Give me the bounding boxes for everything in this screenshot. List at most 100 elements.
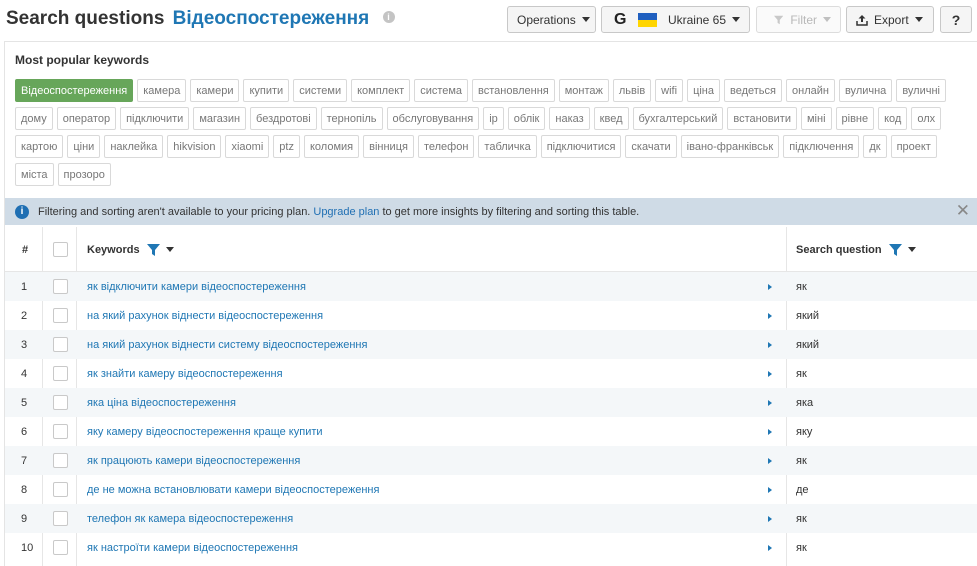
- expand-arrow-icon[interactable]: [768, 533, 772, 562]
- database-selector[interactable]: G Ukraine 65: [601, 6, 750, 33]
- keyword-tag[interactable]: wifi: [655, 79, 684, 102]
- expand-arrow-icon[interactable]: [768, 272, 772, 301]
- keyword-link[interactable]: телефон як камера відеоспостереження: [87, 504, 293, 533]
- keyword-tag[interactable]: код: [878, 107, 908, 130]
- sort-caret-icon[interactable]: [907, 247, 916, 252]
- select-all-checkbox[interactable]: [53, 242, 68, 257]
- keyword-link[interactable]: як настроїти камери відеоспостереження: [87, 533, 298, 562]
- keyword-tag[interactable]: ціна: [687, 79, 720, 102]
- keyword-tag[interactable]: рівне: [835, 107, 875, 130]
- column-header-search-question[interactable]: Search question: [796, 227, 916, 272]
- keyword-tag[interactable]: оператор: [56, 107, 117, 130]
- keyword-tag[interactable]: камера: [137, 79, 187, 102]
- keyword-tag[interactable]: онлайн: [786, 79, 835, 102]
- keyword-tag[interactable]: дому: [15, 107, 53, 130]
- keyword-tag[interactable]: Відеоспостереження: [15, 79, 134, 102]
- row-checkbox[interactable]: [53, 540, 68, 555]
- keyword-link[interactable]: яка ціна відеоспостереження: [87, 388, 236, 417]
- expand-arrow-icon[interactable]: [768, 388, 772, 417]
- row-checkbox[interactable]: [53, 366, 68, 381]
- keyword-tag[interactable]: івано-франківськ: [680, 135, 780, 158]
- column-header-keywords[interactable]: Keywords: [87, 227, 174, 272]
- keyword-tag[interactable]: наказ: [549, 107, 590, 130]
- keyword-link[interactable]: яку камеру відеоспостереження краще купи…: [87, 417, 323, 446]
- expand-arrow-icon[interactable]: [768, 359, 772, 388]
- upgrade-plan-link[interactable]: Upgrade plan: [313, 206, 379, 218]
- keyword-link[interactable]: на який рахунок віднести систему відеосп…: [87, 330, 367, 359]
- export-button[interactable]: Export: [846, 6, 934, 33]
- row-checkbox[interactable]: [53, 279, 68, 294]
- filter-button[interactable]: Filter: [756, 6, 841, 33]
- keyword-tag[interactable]: система: [414, 79, 469, 102]
- keyword-tag[interactable]: наклейка: [104, 135, 164, 158]
- keyword-tag[interactable]: міста: [15, 163, 54, 186]
- keyword-tag[interactable]: міні: [800, 107, 832, 130]
- expand-arrow-icon[interactable]: [768, 446, 772, 475]
- expand-arrow-icon[interactable]: [768, 504, 772, 533]
- info-icon[interactable]: i: [382, 10, 395, 23]
- close-icon[interactable]: ✕: [956, 202, 970, 220]
- keyword-tag[interactable]: дк: [863, 135, 887, 158]
- keyword-tag[interactable]: тернопіль: [320, 107, 383, 130]
- search-question-value: як: [796, 454, 807, 467]
- chevron-down-icon: [732, 17, 740, 22]
- expand-arrow-icon[interactable]: [768, 330, 772, 359]
- keyword-tag[interactable]: системи: [293, 79, 348, 102]
- filter-icon[interactable]: [888, 243, 902, 256]
- keyword-tag[interactable]: вінниця: [363, 135, 414, 158]
- keyword-tag[interactable]: обслуговування: [386, 107, 480, 130]
- keyword-tag[interactable]: підключення: [783, 135, 860, 158]
- keyword-tag[interactable]: бухгалтерський: [632, 107, 724, 130]
- operations-button[interactable]: Operations: [507, 6, 596, 33]
- keyword-tag[interactable]: облік: [507, 107, 546, 130]
- expand-arrow-icon[interactable]: [768, 417, 772, 446]
- keyword-tag[interactable]: квед: [593, 107, 629, 130]
- expand-arrow-icon[interactable]: [768, 301, 772, 330]
- row-checkbox[interactable]: [53, 395, 68, 410]
- filter-icon[interactable]: [146, 243, 160, 256]
- keyword-tag[interactable]: коломия: [303, 135, 360, 158]
- keyword-link[interactable]: як знайти камеру відеоспостереження: [87, 359, 283, 388]
- keyword-tag[interactable]: підключитися: [540, 135, 622, 158]
- keyword-tag[interactable]: xiaomi: [225, 135, 270, 158]
- row-checkbox[interactable]: [53, 424, 68, 439]
- keyword-tag[interactable]: встановити: [727, 107, 797, 130]
- keyword-link[interactable]: на який рахунок віднести відеоспостереже…: [87, 301, 323, 330]
- keyword-tag[interactable]: картою: [15, 135, 64, 158]
- keyword-tag[interactable]: вуличні: [896, 79, 946, 102]
- keyword-tag[interactable]: табличка: [478, 135, 537, 158]
- keyword-tag[interactable]: ціни: [67, 135, 101, 158]
- help-button[interactable]: ?: [940, 6, 972, 33]
- keyword-tag[interactable]: купити: [243, 79, 290, 102]
- keyword-tag[interactable]: ведеться: [724, 79, 782, 102]
- keyword-tag[interactable]: ptz: [273, 135, 300, 158]
- keyword-tag[interactable]: прозоро: [57, 163, 111, 186]
- expand-arrow-icon[interactable]: [768, 475, 772, 504]
- row-number: 10: [21, 541, 34, 554]
- keyword-tag[interactable]: hikvision: [167, 135, 222, 158]
- keyword-tag[interactable]: камери: [190, 79, 240, 102]
- keyword-tag[interactable]: підключити: [120, 107, 190, 130]
- keyword-link[interactable]: де не можна встановлювати камери відеосп…: [87, 475, 379, 504]
- keyword-tag[interactable]: монтаж: [558, 79, 609, 102]
- keyword-tag[interactable]: львів: [612, 79, 652, 102]
- row-checkbox[interactable]: [53, 482, 68, 497]
- row-checkbox[interactable]: [53, 308, 68, 323]
- keyword-tag[interactable]: комплект: [351, 79, 411, 102]
- table-row: 3 на який рахунок віднести систему відеос…: [5, 330, 977, 359]
- keyword-tag[interactable]: телефон: [417, 135, 475, 158]
- row-checkbox[interactable]: [53, 337, 68, 352]
- keyword-tag[interactable]: олх: [911, 107, 942, 130]
- keyword-tag[interactable]: встановлення: [472, 79, 555, 102]
- row-checkbox[interactable]: [53, 511, 68, 526]
- keyword-tag[interactable]: ip: [483, 107, 504, 130]
- keyword-link[interactable]: як відключити камери відеоспостереження: [87, 272, 306, 301]
- keyword-tag[interactable]: вулична: [838, 79, 893, 102]
- row-checkbox[interactable]: [53, 453, 68, 468]
- sort-caret-icon[interactable]: [165, 247, 174, 252]
- keyword-link[interactable]: як працюють камери відеоспостереження: [87, 446, 300, 475]
- keyword-tag[interactable]: скачати: [625, 135, 677, 158]
- keyword-tag[interactable]: бездротові: [250, 107, 317, 130]
- keyword-tag[interactable]: проект: [890, 135, 937, 158]
- keyword-tag[interactable]: магазин: [193, 107, 247, 130]
